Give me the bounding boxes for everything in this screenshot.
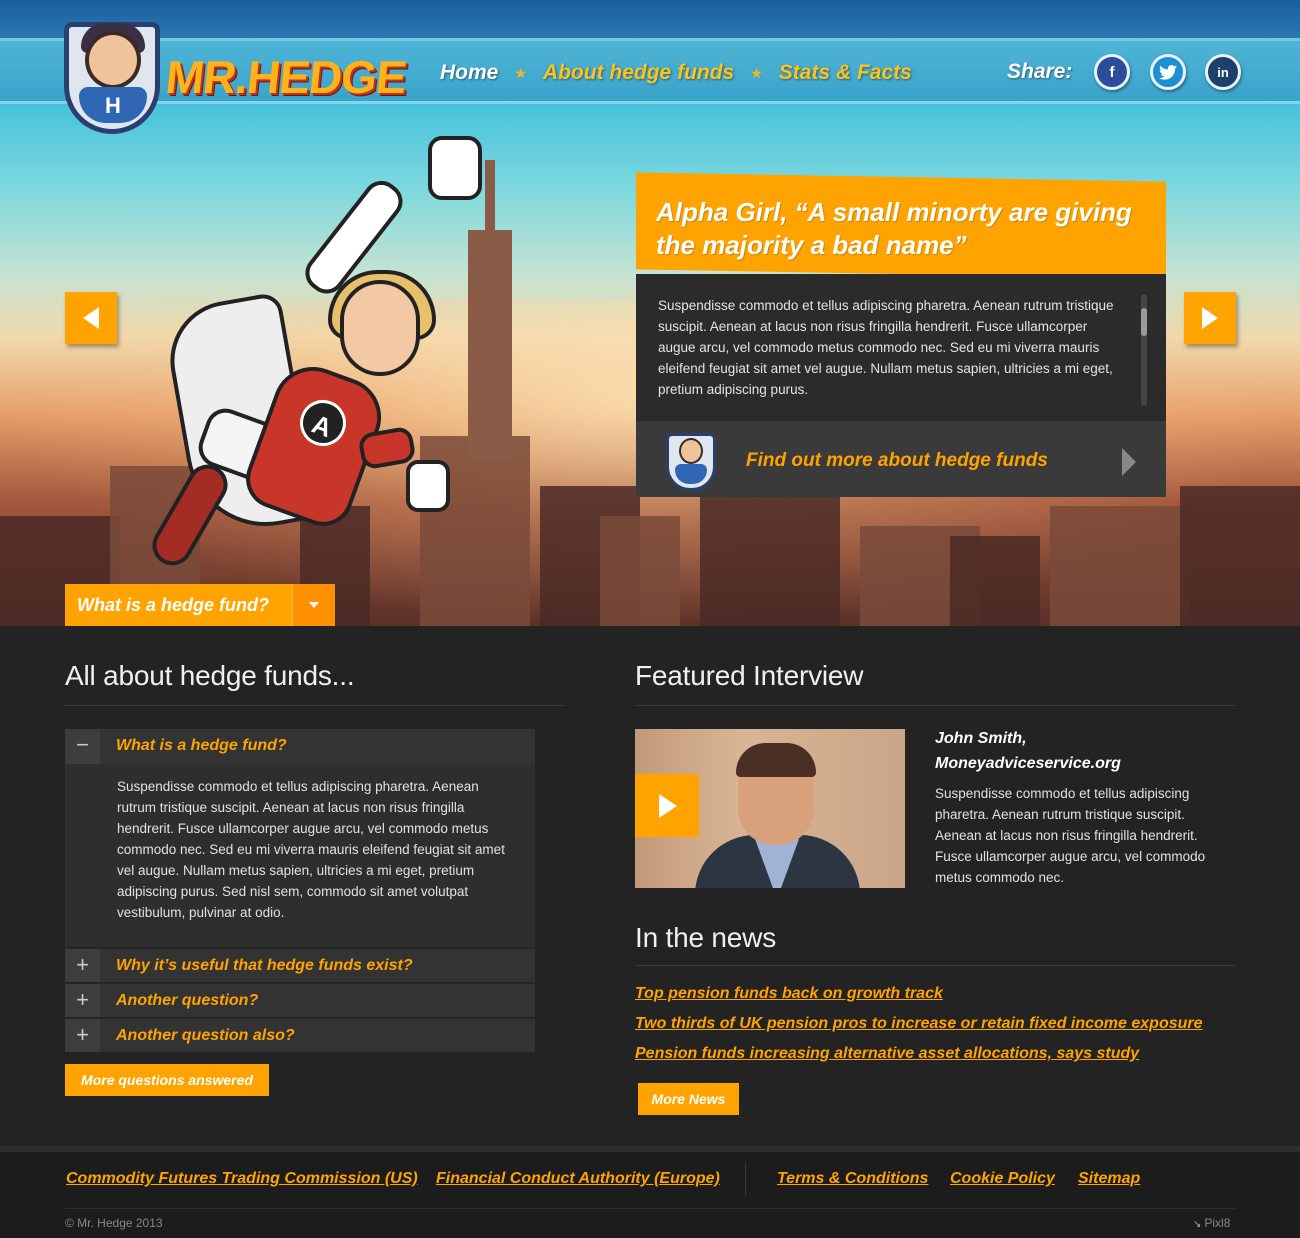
credit-text: Pixl8 bbox=[1204, 1216, 1231, 1230]
quote-body-text: Suspendisse commodo et tellus adipiscing… bbox=[658, 298, 1114, 397]
share-label: Share: bbox=[1007, 60, 1073, 83]
footer-link-cftc[interactable]: Commodity Futures Trading Commission (US… bbox=[66, 1170, 418, 1188]
pixl8-icon: ↘ bbox=[1193, 1219, 1202, 1230]
interviewee-name-text: John Smith, bbox=[935, 730, 1027, 747]
faq-question[interactable]: Why it’s useful that hedge funds exist? bbox=[116, 957, 413, 975]
footer-link-sitemap[interactable]: Sitemap bbox=[1078, 1170, 1140, 1188]
quote-body: Suspendisse commodo et tellus adipiscing… bbox=[636, 274, 1166, 421]
news-heading: In the news bbox=[635, 922, 776, 953]
mr-hedge-avatar-icon bbox=[666, 433, 716, 491]
arrow-right-icon bbox=[1202, 307, 1218, 329]
what-is-hedge-fund-dropdown[interactable]: What is a hedge fund? bbox=[65, 584, 335, 626]
nav-home[interactable]: Home bbox=[440, 61, 498, 85]
play-button[interactable] bbox=[635, 774, 699, 837]
faq-item[interactable]: + Another question? bbox=[65, 983, 535, 1017]
logo-wordmark: MR.HEDGE bbox=[163, 51, 409, 103]
news-link[interactable]: Two thirds of UK pension pros to increas… bbox=[635, 1015, 1203, 1033]
dropdown-label: What is a hedge fund? bbox=[77, 595, 269, 615]
featured-interview-heading: Featured Interview bbox=[635, 660, 864, 691]
main-nav: Home ★ About hedge funds ★ Stats & Facts bbox=[440, 58, 912, 88]
slider-prev-button[interactable] bbox=[65, 292, 117, 344]
designer-credit[interactable]: ↘ Pixl8 bbox=[1193, 1216, 1230, 1230]
interviewee-org: Moneyadviceservice.org bbox=[935, 755, 1121, 772]
footer bbox=[0, 1152, 1300, 1238]
news-link[interactable]: Pension funds increasing alternative ass… bbox=[635, 1045, 1139, 1063]
faq-question[interactable]: What is a hedge fund? bbox=[116, 737, 287, 755]
divider bbox=[635, 965, 1235, 966]
nav-star-icon: ★ bbox=[750, 64, 763, 81]
plus-icon[interactable]: + bbox=[65, 949, 100, 982]
plus-icon[interactable]: + bbox=[65, 1019, 100, 1052]
news-link[interactable]: Top pension funds back on growth track bbox=[635, 985, 943, 1003]
site-logo[interactable]: H MR.HEDGE bbox=[64, 8, 409, 134]
copyright: © Mr. Hedge 2013 bbox=[65, 1216, 163, 1230]
more-questions-button[interactable]: More questions answered bbox=[65, 1064, 269, 1096]
footer-link-cookie-policy[interactable]: Cookie Policy bbox=[950, 1170, 1055, 1188]
interview-video[interactable] bbox=[635, 729, 905, 888]
faq-question[interactable]: Another question also? bbox=[116, 1027, 295, 1045]
twitter-icon[interactable] bbox=[1150, 54, 1186, 90]
facebook-icon[interactable]: f bbox=[1094, 54, 1130, 90]
divider bbox=[635, 705, 1235, 706]
chevron-right-icon bbox=[1122, 448, 1136, 476]
scroll-thumb[interactable] bbox=[1141, 308, 1147, 336]
nav-star-icon: ★ bbox=[514, 64, 527, 81]
find-out-more-label: Find out more about hedge funds bbox=[746, 450, 1048, 471]
quote-title: Alpha Girl, “A small minorty are giving … bbox=[656, 197, 1132, 260]
quote-scrollbar[interactable] bbox=[1141, 294, 1147, 406]
faq-item[interactable]: + Another question also? bbox=[65, 1018, 535, 1052]
alpha-girl-illustration: A bbox=[145, 130, 482, 573]
play-icon bbox=[659, 794, 677, 818]
footer-link-terms[interactable]: Terms & Conditions bbox=[777, 1170, 928, 1188]
more-news-button[interactable]: More News bbox=[638, 1083, 739, 1115]
chevron-down-icon bbox=[309, 602, 319, 608]
faq-item[interactable]: + Why it’s useful that hedge funds exist… bbox=[65, 948, 535, 982]
slider-next-button[interactable] bbox=[1184, 292, 1236, 344]
find-out-more-link[interactable]: Find out more about hedge funds bbox=[636, 421, 1166, 497]
dropdown-toggle[interactable] bbox=[292, 584, 335, 626]
faq-answer-text: Suspendisse commodo et tellus adipiscing… bbox=[117, 779, 505, 920]
divider bbox=[65, 705, 565, 706]
footer-divider bbox=[745, 1163, 746, 1196]
faq-heading: All about hedge funds... bbox=[65, 660, 355, 691]
logo-shield-icon: H bbox=[64, 22, 160, 134]
interview-summary: Suspendisse commodo et tellus adipiscing… bbox=[935, 786, 1206, 885]
footer-link-fca[interactable]: Financial Conduct Authority (Europe) bbox=[436, 1170, 720, 1188]
nav-about-hedge-funds[interactable]: About hedge funds bbox=[543, 61, 734, 85]
linkedin-icon[interactable]: in bbox=[1205, 54, 1241, 90]
arrow-left-icon bbox=[83, 307, 99, 329]
minus-icon[interactable]: − bbox=[65, 729, 100, 764]
faq-answer: Suspendisse commodo et tellus adipiscing… bbox=[65, 764, 535, 947]
interviewee-name: John Smith, Moneyadviceservice.org bbox=[935, 726, 1121, 776]
nav-stats-facts[interactable]: Stats & Facts bbox=[779, 61, 912, 85]
faq-item-open[interactable]: − What is a hedge fund? bbox=[65, 729, 535, 764]
footer-rule bbox=[65, 1208, 1235, 1209]
faq-question[interactable]: Another question? bbox=[116, 992, 258, 1010]
plus-icon[interactable]: + bbox=[65, 984, 100, 1017]
